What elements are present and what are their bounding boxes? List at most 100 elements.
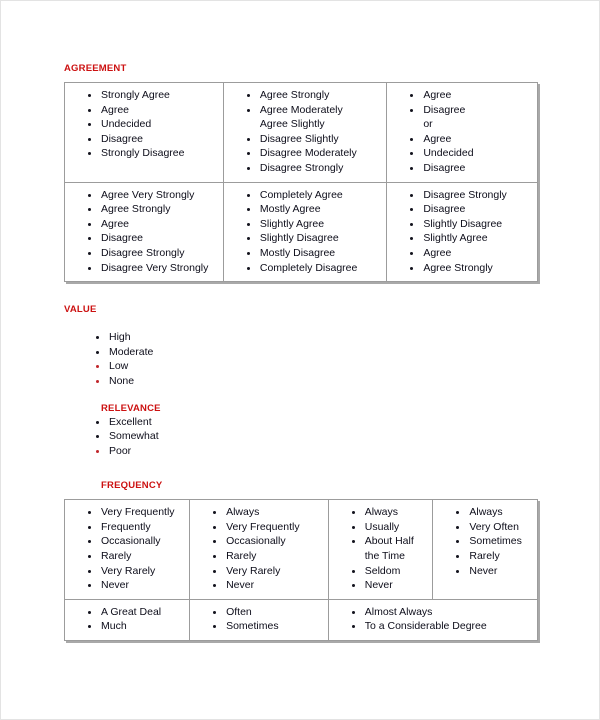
frequency-cell-r0c1: Always Very Frequently Occasionally Rarely V… [189, 499, 329, 600]
list-item: Mostly Agree [246, 202, 384, 217]
table-row: Agree Very Strongly Agree Strongly Agree Di… [64, 181, 538, 283]
list-item: Never [87, 578, 187, 593]
list-item: Disagree [88, 231, 221, 246]
agreement-table-wrapper: Strongly Agree Agree Undecided Disagree Stro… [64, 82, 538, 283]
relevance-list: Excellent Somewhat Poor [64, 415, 538, 459]
list-item: High [96, 330, 538, 345]
section-agreement: AGREEMENT Strongly Agree Agree Undecided Di… [64, 63, 538, 283]
document-content: AGREEMENT Strongly Agree Agree Undecided Di… [63, 63, 539, 642]
list-item: Slightly Agree [246, 217, 384, 232]
list-item: Agree [88, 103, 221, 118]
list-item: None [96, 374, 538, 389]
agreement-cell-r1c0: Agree Very Strongly Agree Strongly Agree Di… [64, 181, 224, 283]
list-item: Very Often [456, 520, 535, 535]
list-item: Rarely [456, 549, 535, 564]
list-item: Strongly Agree [88, 88, 221, 103]
list-item: Almost Always [351, 605, 535, 620]
list-item: Somewhat [96, 429, 538, 444]
list-item: To a Considerable Degree [351, 619, 535, 634]
list-item: Occasionally [87, 534, 187, 549]
list-item: Disagree [410, 103, 535, 118]
list-item: Undecided [88, 117, 221, 132]
list-item: About Half the Time [351, 534, 431, 563]
list-item: Poor [96, 444, 538, 459]
list-item: Strongly Disagree [88, 146, 221, 161]
table-row: A Great Deal Much Often Sometimes Almost A… [63, 598, 539, 642]
frequency-cell-r0c3: Always Very Often Sometimes Rarely Never [432, 499, 538, 600]
frequency-cell-r0c0: Very Frequently Frequently Occasionally Rar… [63, 499, 191, 600]
list-item: Occasionally [213, 534, 326, 549]
agreement-cell-r1c2: Disagree Strongly Disagree Slightly Disagr… [386, 181, 538, 283]
scale-list: Agree Very Strongly Agree Strongly Agree Di… [67, 188, 221, 276]
frequency-cell-r0c2: Always Usually About Half the Time Seldom Ne… [327, 499, 434, 600]
section-frequency: FREQUENCY Very Frequently Frequently Occas… [63, 480, 539, 642]
list-item: A Great Deal [87, 605, 187, 620]
list-item: Agree [410, 88, 535, 103]
value-list-wrapper: High Moderate Low None [64, 330, 538, 388]
scale-list: Disagree Strongly Disagree Slightly Disagr… [389, 188, 535, 276]
list-item: Disagree Strongly [246, 161, 384, 176]
scale-list: Often Sometimes [192, 605, 326, 634]
list-item: Undecided [410, 146, 535, 161]
agreement-cell-r0c0: Strongly Agree Agree Undecided Disagree Stro… [64, 82, 224, 183]
list-item: Sometimes [213, 619, 326, 634]
frequency-table: Very Frequently Frequently Occasionally Rar… [63, 499, 539, 642]
agreement-cell-r0c1: Agree Strongly Agree Moderately Agree Slig… [222, 82, 388, 183]
list-item: Completely Disagree [246, 261, 384, 276]
list-item: Very Frequently [87, 505, 187, 520]
table-row: Strongly Agree Agree Undecided Disagree Stro… [64, 82, 538, 183]
list-item: Agree Very Strongly [88, 188, 221, 203]
list-item: Disagree Very Strongly [88, 261, 221, 276]
section-heading-relevance: RELEVANCE [101, 402, 161, 414]
list-item: Frequently [87, 520, 187, 535]
table-row: Very Frequently Frequently Occasionally Rar… [63, 499, 538, 600]
list-item: Never [351, 578, 431, 593]
agreement-table: Strongly Agree Agree Undecided Disagree Stro… [64, 82, 538, 283]
list-item: Mostly Disagree [246, 246, 384, 261]
relevance-list-wrapper: Excellent Somewhat Poor [64, 415, 538, 459]
list-item: Agree [410, 246, 535, 261]
list-item: Very Rarely [87, 564, 187, 579]
agreement-cell-r1c1: Completely Agree Mostly Agree Slightly Agr… [222, 181, 388, 283]
list-item: Agree [410, 132, 535, 147]
section-heading-frequency: FREQUENCY [101, 480, 163, 492]
list-item: Completely Agree [246, 188, 384, 203]
list-item: Usually [351, 520, 431, 535]
list-item: or [423, 118, 433, 131]
list-item: Always [213, 505, 326, 520]
list-item: Disagree Strongly [410, 188, 535, 203]
frequency-cell-r1c1: Often Sometimes [189, 598, 329, 642]
frequency-table-wrapper: Very Frequently Frequently Occasionally Rar… [63, 499, 539, 642]
list-item: Agree Strongly [410, 261, 535, 276]
section-relevance: RELEVANCE Excellent Somewhat Poor [64, 403, 538, 459]
list-item: Disagree [88, 132, 221, 147]
agreement-cell-r0c2: Agree Disagree or Agree Undecided Disagree [386, 82, 538, 183]
scale-list: Very Frequently Frequently Occasionally Rar… [67, 505, 187, 593]
list-item: Often [213, 605, 326, 620]
list-item: Disagree [410, 161, 535, 176]
list-item: Low [96, 359, 538, 374]
list-item: Very Frequently [213, 520, 326, 535]
list-item: Disagree Moderately [246, 146, 384, 161]
list-item: Agree Strongly [246, 88, 384, 103]
section-value: VALUE High Moderate Low None [64, 304, 538, 388]
scale-list: Completely Agree Mostly Agree Slightly Agr… [226, 188, 384, 276]
list-item: Rarely [87, 549, 187, 564]
list-item: Never [456, 564, 535, 579]
list-item: Agree [88, 217, 221, 232]
list-item: Disagree [410, 202, 535, 217]
list-item: Sometimes [456, 534, 535, 549]
document-page: AGREEMENT Strongly Agree Agree Undecided Di… [0, 0, 600, 720]
scale-list: A Great Deal Much [67, 605, 187, 634]
list-item: Excellent [96, 415, 538, 430]
list-item: Slightly Disagree [246, 231, 384, 246]
scale-list: Strongly Agree Agree Undecided Disagree Stro… [67, 88, 221, 161]
frequency-cell-r1c2: Almost Always To a Considerable Degree [327, 598, 539, 642]
value-list: High Moderate Low None [64, 330, 538, 388]
list-item: Always [456, 505, 535, 520]
